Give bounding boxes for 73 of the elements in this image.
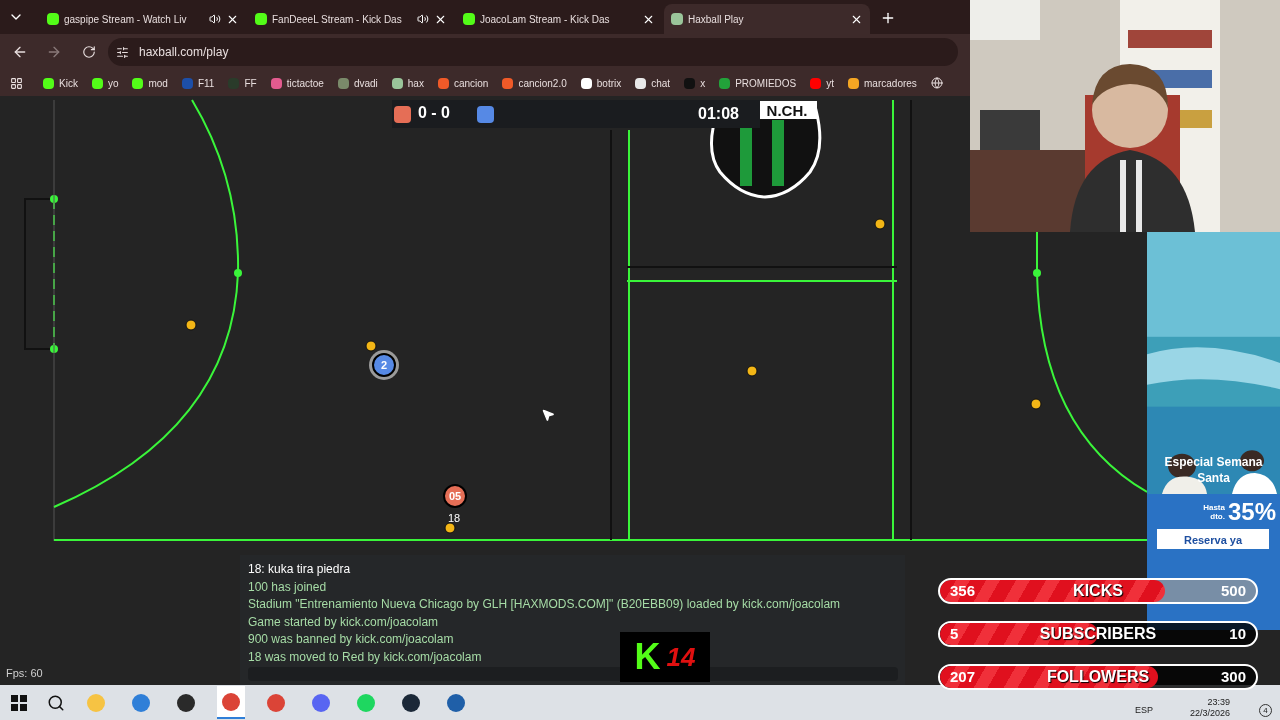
- tab-title: Haxball Play: [688, 12, 745, 27]
- cursor-icon: [541, 408, 555, 422]
- bookmark[interactable]: marcadores: [864, 75, 917, 91]
- goal-count: 5: [950, 624, 960, 644]
- clock-date: 22/3/2026: [1189, 707, 1230, 719]
- bookmark[interactable]: cancion: [453, 75, 489, 91]
- chat-message: 18 was moved to Red by kick.com/joacolam: [248, 648, 482, 666]
- chat-message: 900 was banned by kick.com/joacolam: [248, 631, 454, 649]
- windows-icon[interactable]: [11, 694, 27, 711]
- bookmark[interactable]: dvadi: [353, 75, 378, 91]
- fps-counter: Fps: 60: [6, 666, 43, 681]
- game-timer: 01:08: [698, 106, 739, 122]
- bookmark[interactable]: chat: [651, 75, 671, 91]
- bookmark[interactable]: FF: [244, 75, 257, 91]
- bookmark[interactable]: yo: [107, 75, 119, 91]
- away-team-icon: [477, 106, 494, 123]
- home-team-icon: [394, 106, 411, 123]
- logo-number: 14: [666, 644, 696, 670]
- bookmark[interactable]: PROMIEDOS: [735, 75, 797, 91]
- reserve-button[interactable]: Reserva ya: [1157, 529, 1269, 549]
- marker-dot: [444, 522, 456, 534]
- ad-caption: Hasta: [1203, 503, 1225, 512]
- tab-title: FanDeeeL Stream - Kick Das: [272, 12, 403, 27]
- marker-dot: [1030, 398, 1042, 410]
- browser-tab[interactable]: Haxball Play: [664, 4, 870, 34]
- marker-dot: [746, 365, 758, 377]
- score-text: 0 - 0: [418, 105, 450, 121]
- globe-icon[interactable]: [930, 77, 943, 89]
- speaker-icon[interactable]: [417, 13, 429, 25]
- marker-dot: [365, 340, 377, 352]
- chat-message: Game started by kick.com/joacolam: [248, 613, 439, 631]
- goal-count: 356: [950, 581, 977, 601]
- browser-tab[interactable]: FanDeeeL Stream - Kick Das: [248, 4, 454, 34]
- bookmark[interactable]: hax: [407, 75, 424, 91]
- logo-letter: K: [634, 639, 661, 675]
- bookmark[interactable]: F11: [197, 75, 215, 91]
- browser-tab[interactable]: gaspipe Stream - Watch Liv: [40, 4, 246, 34]
- goal-count: 207: [950, 667, 977, 687]
- clock-time: 23:39: [1207, 696, 1230, 708]
- apps-icon[interactable]: [10, 76, 23, 90]
- chat-message: Stadium "Entrenamiento Nueva Chicago by GLH [HAXMODS.COM]" (B20EBB09) loaded by kick.com/joacolam: [248, 596, 841, 614]
- goal-target: 10: [1229, 624, 1246, 644]
- post-dot: [234, 269, 242, 277]
- goal-target: 300: [1220, 667, 1246, 687]
- goal-target: 500: [1220, 581, 1246, 601]
- bookmark[interactable]: x: [700, 75, 706, 91]
- address-bar[interactable]: haxball.com/play: [108, 38, 958, 66]
- ad-discount: 35%: [1227, 500, 1276, 524]
- bookmark[interactable]: Kick: [59, 75, 78, 91]
- goal-label: KICKS: [1073, 581, 1123, 601]
- player-name: 18: [448, 513, 461, 524]
- reload-icon[interactable]: [82, 45, 96, 59]
- search-icon[interactable]: [47, 693, 65, 712]
- post-dot: [1033, 269, 1041, 277]
- browser-tab[interactable]: JoacoLam Stream - Kick Das: [456, 4, 662, 34]
- language-indicator: ESP: [1134, 703, 1153, 717]
- bookmark[interactable]: mod: [148, 75, 168, 91]
- tab-title: gaspipe Stream - Watch Liv: [64, 12, 188, 27]
- marker-dot: [185, 319, 197, 331]
- forward-icon[interactable]: [46, 44, 62, 60]
- tab-title: JoacoLam Stream - Kick Das: [480, 12, 611, 27]
- new-tab-icon[interactable]: [880, 10, 896, 26]
- chat-message: 18: kuka tira piedra: [248, 561, 351, 578]
- marker-dot: [874, 218, 886, 230]
- chat-message: 100 has joined: [248, 578, 327, 596]
- ad-caption: dto.: [1210, 512, 1225, 521]
- goal-label: FOLLOWERS: [1046, 667, 1150, 687]
- bookmark[interactable]: cancion2.0: [518, 75, 567, 91]
- bookmark[interactable]: yt: [826, 75, 835, 91]
- back-icon[interactable]: [12, 44, 28, 60]
- bookmark[interactable]: botrix: [596, 75, 622, 91]
- bookmark[interactable]: tictactoe: [286, 75, 324, 91]
- speaker-icon[interactable]: [209, 13, 221, 25]
